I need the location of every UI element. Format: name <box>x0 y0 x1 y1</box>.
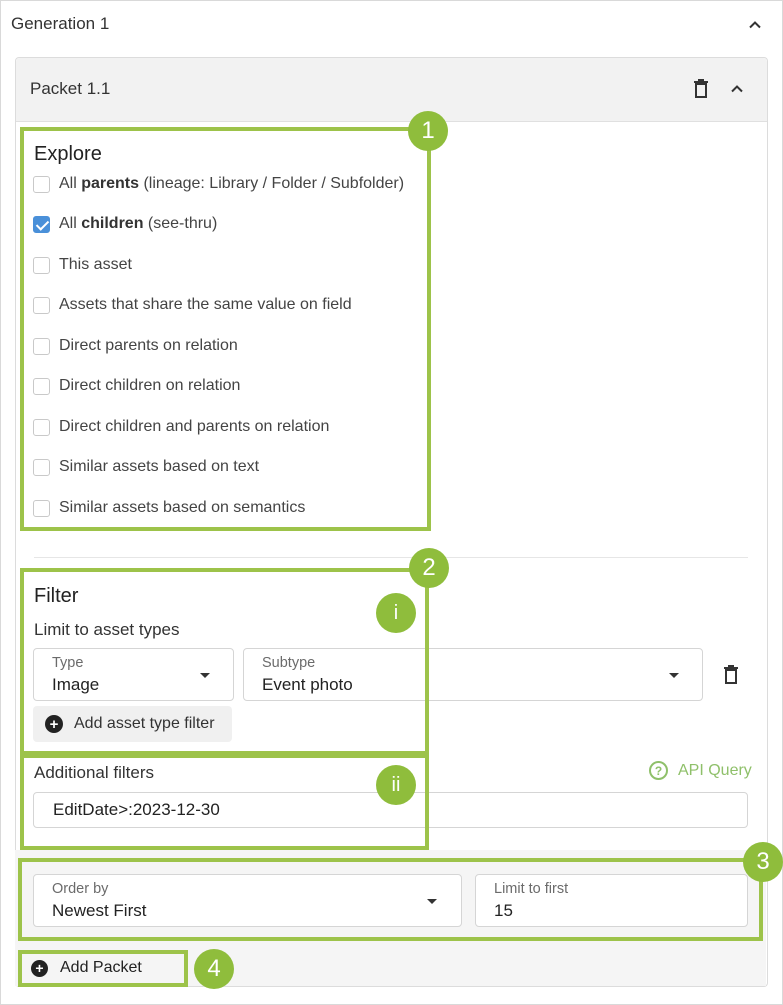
explore-option-similar-semantics[interactable]: Similar assets based on semantics <box>33 497 305 519</box>
checkbox[interactable] <box>33 458 50 476</box>
checkbox[interactable] <box>33 499 50 517</box>
section-divider <box>34 557 748 558</box>
order-by-select[interactable]: Order by Newest First <box>33 874 462 927</box>
api-query-label: API Query <box>678 761 752 779</box>
explore-title: Explore <box>34 143 102 165</box>
explore-option-direct-children[interactable]: Direct children on relation <box>33 375 240 397</box>
checkbox[interactable] <box>33 337 50 355</box>
add-asset-type-filter-button[interactable]: + Add asset type filter <box>33 706 232 742</box>
type-select-caption: Type <box>52 655 84 671</box>
caret-down-icon <box>200 673 210 678</box>
option-label: Similar assets based on text <box>59 458 260 475</box>
limit-asset-types-label: Limit to asset types <box>34 620 180 639</box>
explore-option-similar-text[interactable]: Similar assets based on text <box>33 456 259 478</box>
option-label: Direct children on relation <box>59 377 241 394</box>
question-circle-icon: ? <box>649 761 668 780</box>
checkbox[interactable] <box>33 256 50 274</box>
add-packet-label: Add Packet <box>60 959 142 976</box>
chevron-up-icon[interactable] <box>745 15 765 35</box>
generation-title: Generation 1 <box>11 14 110 33</box>
add-packet-button[interactable]: + Add Packet <box>31 959 142 977</box>
option-label: Direct parents on relation <box>59 337 238 354</box>
checkbox-checked[interactable] <box>33 215 50 233</box>
checkbox[interactable] <box>33 175 50 193</box>
explore-option-same-field-value[interactable]: Assets that share the same value on fiel… <box>33 294 352 316</box>
explore-option-direct-parents[interactable]: Direct parents on relation <box>33 335 238 357</box>
plus-circle-icon: + <box>31 959 48 977</box>
option-label: Direct children and parents on relation <box>59 418 330 435</box>
option-label: All parents (lineage: Library / Folder /… <box>59 175 405 192</box>
checkbox[interactable] <box>33 377 50 395</box>
limit-caption: Limit to first <box>494 881 569 897</box>
order-by-caption: Order by <box>52 881 109 897</box>
explore-option-this-asset[interactable]: This asset <box>33 254 132 276</box>
filter-title: Filter <box>34 585 79 607</box>
option-label: This asset <box>59 256 132 273</box>
caret-down-icon <box>427 899 437 904</box>
packet-card: Packet 1.1 <box>15 57 768 987</box>
explore-option-direct-children-parents[interactable]: Direct children and parents on relation <box>33 416 329 438</box>
trash-icon[interactable] <box>691 78 711 100</box>
explore-option-all-parents[interactable]: All parents (lineage: Library / Folder /… <box>33 173 404 195</box>
limit-value: 15 <box>494 901 513 920</box>
add-asset-type-filter-label: Add asset type filter <box>74 715 215 732</box>
packet-header: Packet 1.1 <box>16 58 767 122</box>
additional-filters-input[interactable]: EditDate>:2023-12-30 <box>33 792 748 828</box>
limit-to-first-input[interactable]: Limit to first 15 <box>475 874 748 927</box>
option-label: Assets that share the same value on fiel… <box>59 296 352 313</box>
subtype-select-caption: Subtype <box>262 655 316 671</box>
option-label: Similar assets based on semantics <box>59 499 306 516</box>
type-select-value: Image <box>52 675 100 694</box>
subtype-select[interactable]: Subtype Event photo <box>243 648 703 701</box>
type-select[interactable]: Type Image <box>33 648 234 701</box>
plus-circle-icon: + <box>45 715 63 733</box>
option-label: All children (see-thru) <box>59 215 218 232</box>
packet-title: Packet 1.1 <box>30 79 111 98</box>
caret-down-icon <box>669 673 679 678</box>
explore-option-all-children[interactable]: All children (see-thru) <box>33 213 217 235</box>
checkbox[interactable] <box>33 296 50 314</box>
subtype-select-value: Event photo <box>262 675 353 694</box>
additional-filters-label: Additional filters <box>34 763 155 782</box>
order-by-value: Newest First <box>52 901 147 920</box>
trash-icon[interactable] <box>721 664 741 686</box>
checkbox[interactable] <box>33 418 50 436</box>
api-query-link[interactable]: ? API Query <box>649 761 752 780</box>
chevron-up-icon[interactable] <box>726 78 748 100</box>
